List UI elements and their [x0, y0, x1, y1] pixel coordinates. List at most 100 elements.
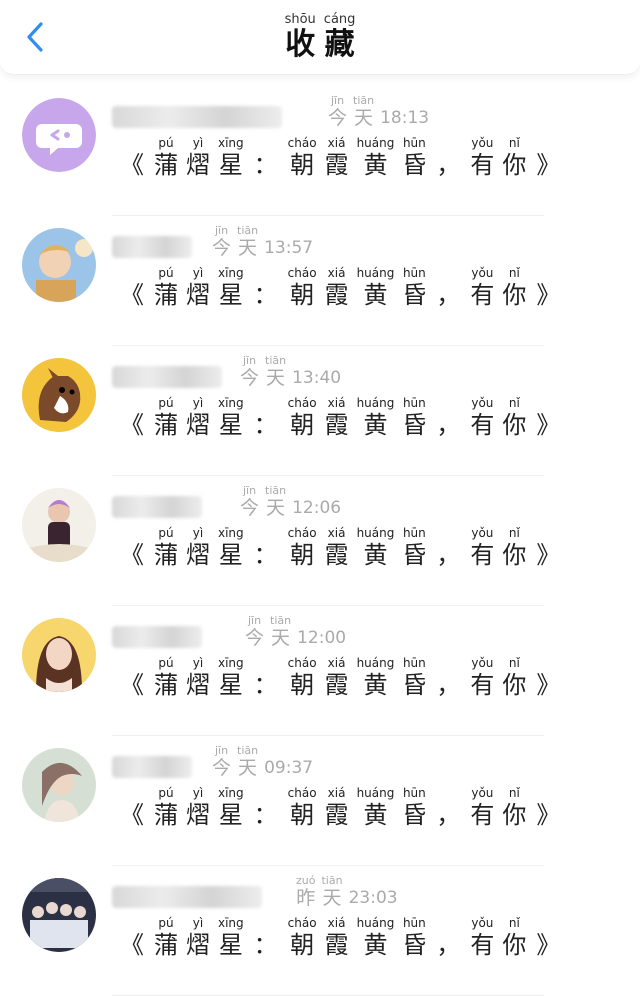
colon: ：: [253, 151, 278, 179]
colon: ：: [253, 281, 278, 309]
pinyin: jīn: [247, 614, 262, 627]
hanzi: 有: [470, 801, 495, 829]
hanzi: 有: [470, 931, 495, 959]
pinyin: xīng: [218, 266, 244, 280]
hanzi: 昏: [402, 931, 427, 959]
close-quote: 》: [536, 281, 561, 309]
hanzi: 霞: [324, 931, 349, 959]
favorite-content[interactable]: 《 pú 蒲 yì 熠 xīng 星 ： cháo 朝 xiá 霞 huáng 黄 hūn 昏 ， yǒ…: [114, 916, 566, 960]
avatar[interactable]: [22, 98, 96, 172]
hanzi: 有: [470, 151, 495, 179]
close-quote: 》: [536, 411, 561, 439]
favorite-content[interactable]: 《 pú 蒲 yì 熠 xīng 星 ： cháo 朝 xiá 霞 huáng 黄 hūn 昏 ， yǒ…: [114, 786, 566, 830]
timestamp: jīn 今 tiān 天 12:00: [245, 614, 346, 649]
favorite-content[interactable]: 《 pú 蒲 yì 熠 xīng 星 ： cháo 朝 xiá 霞 huáng 黄 hūn 昏 ， yǒ…: [114, 396, 566, 440]
hanzi: 天: [271, 627, 291, 649]
close-quote: 》: [536, 151, 561, 179]
pinyin: yì: [192, 136, 204, 150]
colon: ：: [253, 411, 278, 439]
comma: ，: [436, 541, 461, 569]
list-item[interactable]: jīn 今 tiān 天 12:06 《 pú 蒲 yì 熠 xīng 星 ： cháo 朝 xiá 霞…: [0, 476, 640, 606]
hanzi: 昏: [402, 801, 427, 829]
hanzi: 昏: [402, 411, 427, 439]
pinyin: yì: [192, 396, 204, 410]
hanzi: 天: [266, 367, 286, 389]
open-quote: 《: [120, 541, 144, 569]
avatar[interactable]: [22, 878, 96, 952]
list-item[interactable]: zuó 昨 tiān 天 23:03 《 pú 蒲 yì 熠 xīng 星 ： cháo 朝 xiá 霞…: [0, 866, 640, 996]
hanzi: 霞: [324, 671, 349, 699]
hanzi: 熠: [186, 931, 210, 959]
favorite-content[interactable]: 《 pú 蒲 yì 熠 xīng 星 ： cháo 朝 xiá 霞 huáng 黄 hūn 昏 ， yǒ…: [114, 266, 566, 310]
list-item[interactable]: jīn 今 tiān 天 18:13 《 pú 蒲 yì 熠 xīng 星 ： cháo 朝 xiá 霞…: [0, 86, 640, 216]
pinyin: hūn: [402, 136, 426, 150]
pinyin: yì: [192, 526, 204, 540]
list-item[interactable]: jīn 今 tiān 天 09:37 《 pú 蒲 yì 熠 xīng 星 ： cháo 朝 xiá 霞…: [0, 736, 640, 866]
favorite-content[interactable]: 《 pú 蒲 yì 熠 xīng 星 ： cháo 朝 xiá 霞 huáng 黄 hūn 昏 ， yǒ…: [114, 656, 566, 700]
hanzi: 朝: [290, 931, 315, 959]
comma: ，: [436, 671, 461, 699]
open-quote: 《: [120, 151, 144, 179]
pinyin: cháo: [287, 786, 317, 800]
hanzi: 今: [240, 367, 260, 389]
hanzi: 今: [212, 237, 232, 259]
pinyin: pú: [158, 136, 174, 150]
pinyin: jīn: [242, 484, 257, 497]
hanzi: 霞: [324, 411, 349, 439]
pinyin: pú: [158, 916, 174, 930]
favorite-content[interactable]: 《 pú 蒲 yì 熠 xīng 星 ： cháo 朝 xiá 霞 huáng 黄 hūn 昏 ， yǒ…: [114, 136, 566, 180]
colon: ：: [253, 671, 278, 699]
list-item[interactable]: jīn 今 tiān 天 13:40 《 pú 蒲 yì 熠 xīng 星 ： cháo 朝 xiá 霞…: [0, 346, 640, 476]
pinyin: tiān: [237, 224, 259, 237]
hanzi: 蒲: [154, 151, 178, 179]
list-item[interactable]: jīn 今 tiān 天 12:00 《 pú 蒲 yì 熠 xīng 星 ： cháo 朝 xiá 霞…: [0, 606, 640, 736]
list-item[interactable]: jīn 今 tiān 天 13:57 《 pú 蒲 yì 熠 xīng 星 ： cháo 朝 xiá 霞…: [0, 216, 640, 346]
hanzi: 天: [238, 757, 258, 779]
hanzi: 熠: [186, 801, 210, 829]
hanzi: 星: [218, 541, 243, 569]
pinyin: yì: [192, 266, 204, 280]
hanzi: 黄: [363, 931, 388, 959]
timestamp: jīn 今 tiān 天 18:13: [328, 94, 429, 129]
sender-name-blurred: [112, 756, 192, 778]
pinyin: pú: [158, 526, 174, 540]
pinyin: hūn: [402, 266, 426, 280]
hanzi: 霞: [324, 151, 349, 179]
open-quote: 《: [120, 411, 144, 439]
avatar[interactable]: [22, 748, 96, 822]
hanzi: 熠: [186, 281, 210, 309]
pinyin: cháo: [287, 526, 317, 540]
pinyin: tiān: [237, 744, 259, 757]
time-value: 12:00: [297, 628, 347, 648]
pinyin: tiān: [270, 614, 292, 627]
hanzi: 今: [245, 627, 265, 649]
pinyin: tiān: [321, 874, 343, 887]
hanzi: 天: [238, 237, 258, 259]
pinyin: yǒu: [471, 656, 494, 670]
pinyin: tiān: [265, 354, 287, 367]
hanzi: 黄: [363, 281, 388, 309]
pinyin: huáng: [356, 266, 395, 280]
pinyin: nǐ: [508, 136, 520, 150]
hanzi: 你: [502, 931, 527, 959]
hanzi: 今: [328, 107, 348, 129]
hanzi: 蒲: [154, 801, 178, 829]
favorite-content[interactable]: 《 pú 蒲 yì 熠 xīng 星 ： cháo 朝 xiá 霞 huáng 黄 hūn 昏 ， yǒ…: [114, 526, 566, 570]
pinyin: pú: [158, 266, 174, 280]
comma: ，: [436, 281, 461, 309]
pinyin: pú: [158, 396, 174, 410]
pinyin: xīng: [218, 526, 244, 540]
avatar[interactable]: [22, 228, 96, 302]
pinyin: xiá: [327, 266, 346, 280]
avatar[interactable]: [22, 618, 96, 692]
avatar[interactable]: [22, 488, 96, 562]
hanzi: 熠: [186, 671, 210, 699]
hanzi: 今: [240, 497, 260, 519]
page-title: shōu 收 cáng 藏: [0, 8, 640, 63]
pinyin: tiān: [353, 94, 375, 107]
pinyin: xīng: [218, 786, 244, 800]
avatar[interactable]: [22, 358, 96, 432]
hanzi: 有: [470, 671, 495, 699]
hanzi: 你: [502, 801, 527, 829]
hanzi: 你: [502, 411, 527, 439]
